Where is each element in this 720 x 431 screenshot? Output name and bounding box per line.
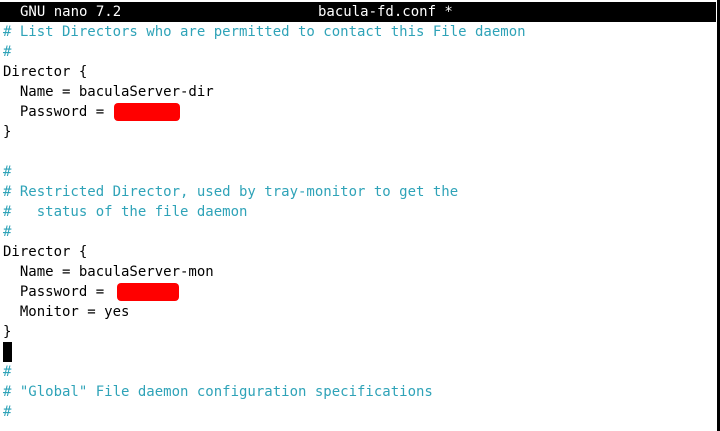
editor-version-label: GNU nano 7.2 [20,4,122,20]
nano-title-bar: GNU nano 7.2 bacula-fd.conf * [0,2,716,22]
editor-line-director-open: Director { [3,244,88,260]
editor-text-area[interactable]: # List Directors who are permitted to co… [3,22,715,422]
editor-line-comment: # List Directors who are permitted to co… [3,24,526,40]
editor-line-brace-close: } [3,324,12,340]
editor-line-name: Name = baculaServer-mon [3,264,214,280]
password-key: Password = [3,284,113,300]
nano-terminal-window[interactable]: GNU nano 7.2 bacula-fd.conf * # List Dir… [0,0,720,431]
editor-line-comment: # "Global" File daemon configuration spe… [3,384,433,400]
editor-line-comment: # [3,224,12,240]
editor-line-comment: # [3,44,12,60]
editor-line-password: Password = [3,102,715,122]
editor-line-comment: # status of the file daemon [3,204,248,220]
editor-line-blank [3,142,715,162]
editor-line-comment: # [3,164,12,180]
password-key: Password = [3,104,113,120]
editor-line-monitor: Monitor = yes [3,304,130,320]
editor-line-comment: # Restricted Director, used by tray-moni… [3,184,459,200]
editor-line-name: Name = baculaServer-dir [3,84,214,100]
text-cursor [3,342,12,362]
editor-line-comment: # [3,404,12,420]
editor-line-comment: # [3,364,12,380]
filename-label: bacula-fd.conf * [318,4,453,20]
editor-line-director-open: Director { [3,64,88,80]
redacted-password [113,103,180,121]
editor-line-cursor[interactable] [3,342,715,362]
redacted-password [116,283,179,301]
editor-line-brace-close: } [3,124,12,140]
editor-line-password: Password = [3,282,715,302]
